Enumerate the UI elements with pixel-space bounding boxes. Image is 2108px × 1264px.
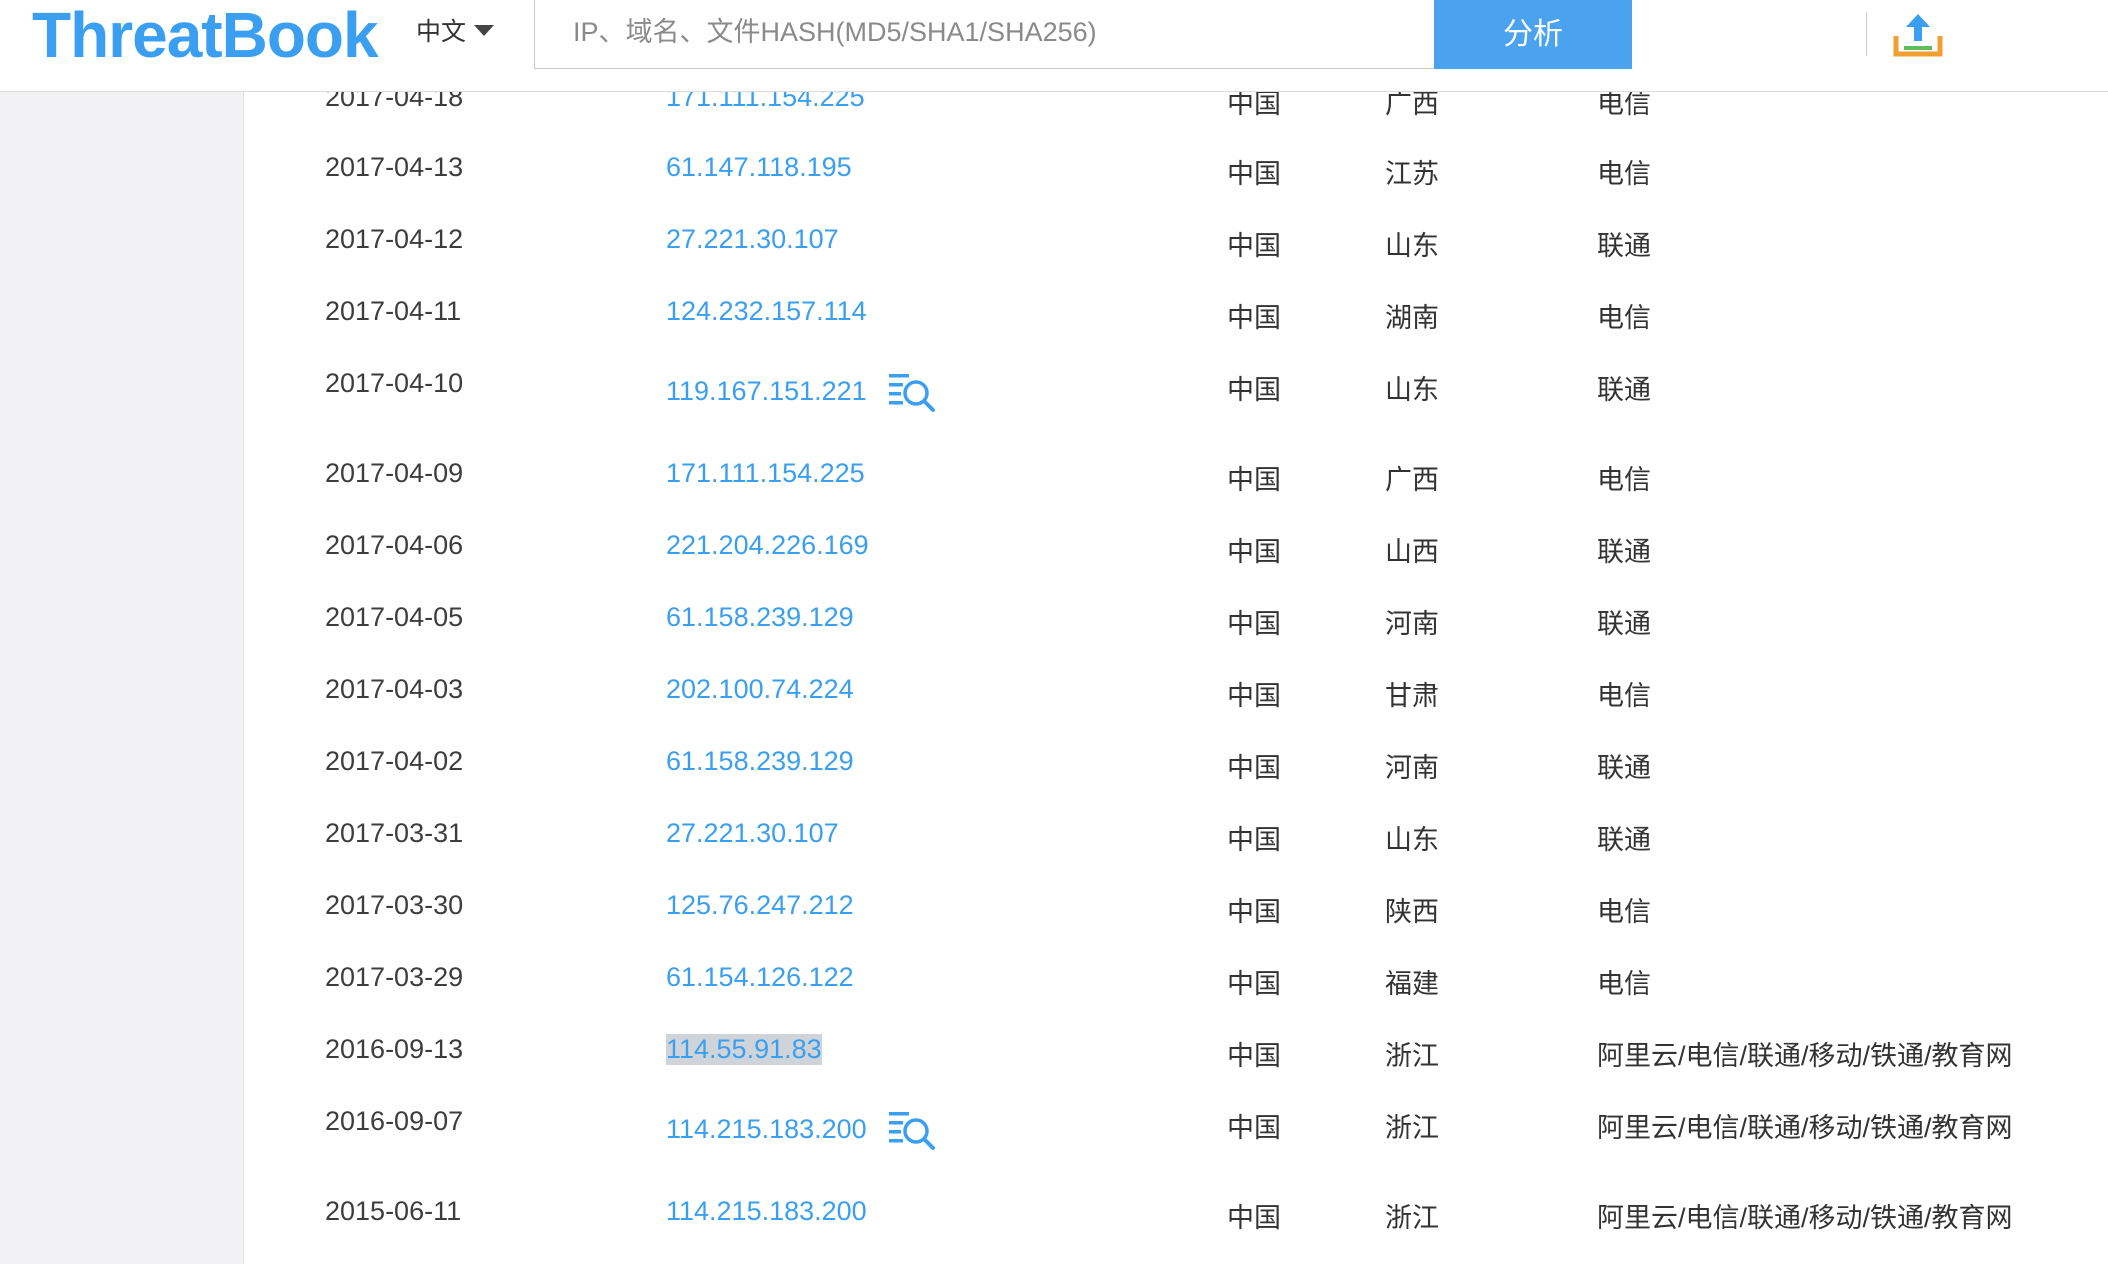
isp-cell: 联通	[1597, 825, 1651, 855]
date-cell: 2016-09-07	[325, 1106, 464, 1136]
divider	[1866, 12, 1867, 56]
province-cell: 浙江	[1385, 1203, 1439, 1233]
province-cell: 山东	[1385, 375, 1439, 405]
isp-cell: 联通	[1597, 609, 1651, 639]
analyze-button[interactable]: 分析	[1434, 0, 1632, 69]
province-cell: 江苏	[1385, 159, 1439, 189]
date-cell: 2017-04-09	[325, 458, 464, 488]
ip-link[interactable]: 202.100.74.224	[666, 674, 854, 705]
country-cell: 中国	[1227, 303, 1281, 333]
country-cell: 中国	[1227, 1041, 1281, 1071]
date-cell: 2017-04-02	[325, 746, 464, 776]
country-cell: 中国	[1227, 681, 1281, 711]
ip-link[interactable]: 221.204.226.169	[666, 530, 869, 561]
country-cell: 中国	[1227, 537, 1281, 567]
ip-link[interactable]: 125.76.247.212	[666, 890, 854, 921]
chevron-down-icon	[474, 24, 495, 36]
province-cell: 河南	[1385, 753, 1439, 783]
threatbook-logo[interactable]: ThreatBook	[32, 0, 379, 70]
isp-cell: 电信	[1597, 681, 1651, 711]
ip-link[interactable]: 119.167.151.221	[666, 376, 867, 407]
isp-cell: 电信	[1597, 969, 1651, 999]
province-cell: 浙江	[1385, 1113, 1439, 1143]
ip-link[interactable]: 61.158.239.129	[666, 602, 854, 633]
country-cell: 中国	[1227, 897, 1281, 927]
country-cell: 中国	[1227, 825, 1281, 855]
left-sidebar-strip	[0, 91, 244, 1264]
ip-link[interactable]: 27.221.30.107	[666, 818, 839, 849]
ip-detail-search-icon[interactable]	[888, 1108, 936, 1154]
province-cell: 甘肃	[1385, 681, 1439, 711]
country-cell: 中国	[1227, 465, 1281, 495]
upload-icon	[1893, 14, 1943, 57]
province-cell: 山西	[1385, 537, 1439, 567]
date-cell: 2017-04-03	[325, 674, 464, 704]
province-cell: 陕西	[1385, 897, 1439, 927]
date-cell: 2016-09-13	[325, 1034, 464, 1064]
province-cell: 湖南	[1385, 303, 1439, 333]
isp-cell: 联通	[1597, 753, 1651, 783]
date-cell: 2017-03-31	[325, 818, 464, 848]
country-cell: 中国	[1227, 753, 1281, 783]
province-cell: 广西	[1385, 465, 1439, 495]
ip-link[interactable]: 61.154.126.122	[666, 962, 854, 993]
province-cell: 河南	[1385, 609, 1439, 639]
ip-link-selected[interactable]: 114.55.91.83	[666, 1034, 822, 1065]
country-cell: 中国	[1227, 609, 1281, 639]
isp-cell: 阿里云/电信/联通/移动/铁通/教育网	[1597, 1203, 2013, 1233]
province-cell: 山东	[1385, 825, 1439, 855]
isp-cell: 联通	[1597, 537, 1651, 567]
province-cell: 福建	[1385, 969, 1439, 999]
ip-link[interactable]: 124.232.157.114	[666, 296, 867, 327]
date-cell: 2017-04-10	[325, 368, 464, 398]
ip-link[interactable]: 114.215.183.200	[666, 1114, 867, 1145]
ip-link[interactable]: 61.147.118.195	[666, 152, 852, 183]
country-cell: 中国	[1227, 969, 1281, 999]
ip-detail-search-icon[interactable]	[888, 370, 936, 416]
search-input[interactable]	[571, 8, 1395, 56]
province-cell: 山东	[1385, 231, 1439, 261]
isp-cell: 电信	[1597, 159, 1651, 189]
province-cell: 浙江	[1385, 1041, 1439, 1071]
ip-link[interactable]: 61.158.239.129	[666, 746, 854, 777]
language-selector[interactable]: 中文	[416, 10, 495, 54]
date-cell: 2017-03-29	[325, 962, 464, 992]
date-cell: 2017-03-30	[325, 890, 464, 920]
isp-cell: 阿里云/电信/联通/移动/铁通/教育网	[1597, 1041, 2013, 1071]
language-label: 中文	[416, 18, 467, 46]
isp-cell: 联通	[1597, 231, 1651, 261]
isp-cell: 电信	[1597, 897, 1651, 927]
isp-cell: 阿里云/电信/联通/移动/铁通/教育网	[1597, 1113, 2013, 1143]
country-cell: 中国	[1227, 375, 1281, 405]
date-cell: 2017-04-13	[325, 152, 464, 182]
date-cell: 2017-04-12	[325, 224, 464, 254]
search-box	[534, 0, 1943, 69]
country-cell: 中国	[1227, 159, 1281, 189]
country-cell: 中国	[1227, 231, 1281, 261]
ip-link[interactable]: 171.111.154.225	[666, 458, 865, 489]
upload-file-button[interactable]	[1890, 8, 1946, 60]
country-cell: 中国	[1227, 1203, 1281, 1233]
country-cell: 中国	[1227, 1113, 1281, 1143]
isp-cell: 电信	[1597, 303, 1651, 333]
isp-cell: 电信	[1597, 465, 1651, 495]
date-cell: 2017-04-05	[325, 602, 464, 632]
top-header: ThreatBook 中文 分析	[0, 0, 2108, 92]
ip-link[interactable]: 114.215.183.200	[666, 1196, 867, 1227]
date-cell: 2015-06-11	[325, 1196, 462, 1226]
isp-cell: 联通	[1597, 375, 1651, 405]
date-cell: 2017-04-06	[325, 530, 464, 560]
date-cell: 2017-04-11	[325, 296, 462, 326]
ip-link[interactable]: 27.221.30.107	[666, 224, 839, 255]
